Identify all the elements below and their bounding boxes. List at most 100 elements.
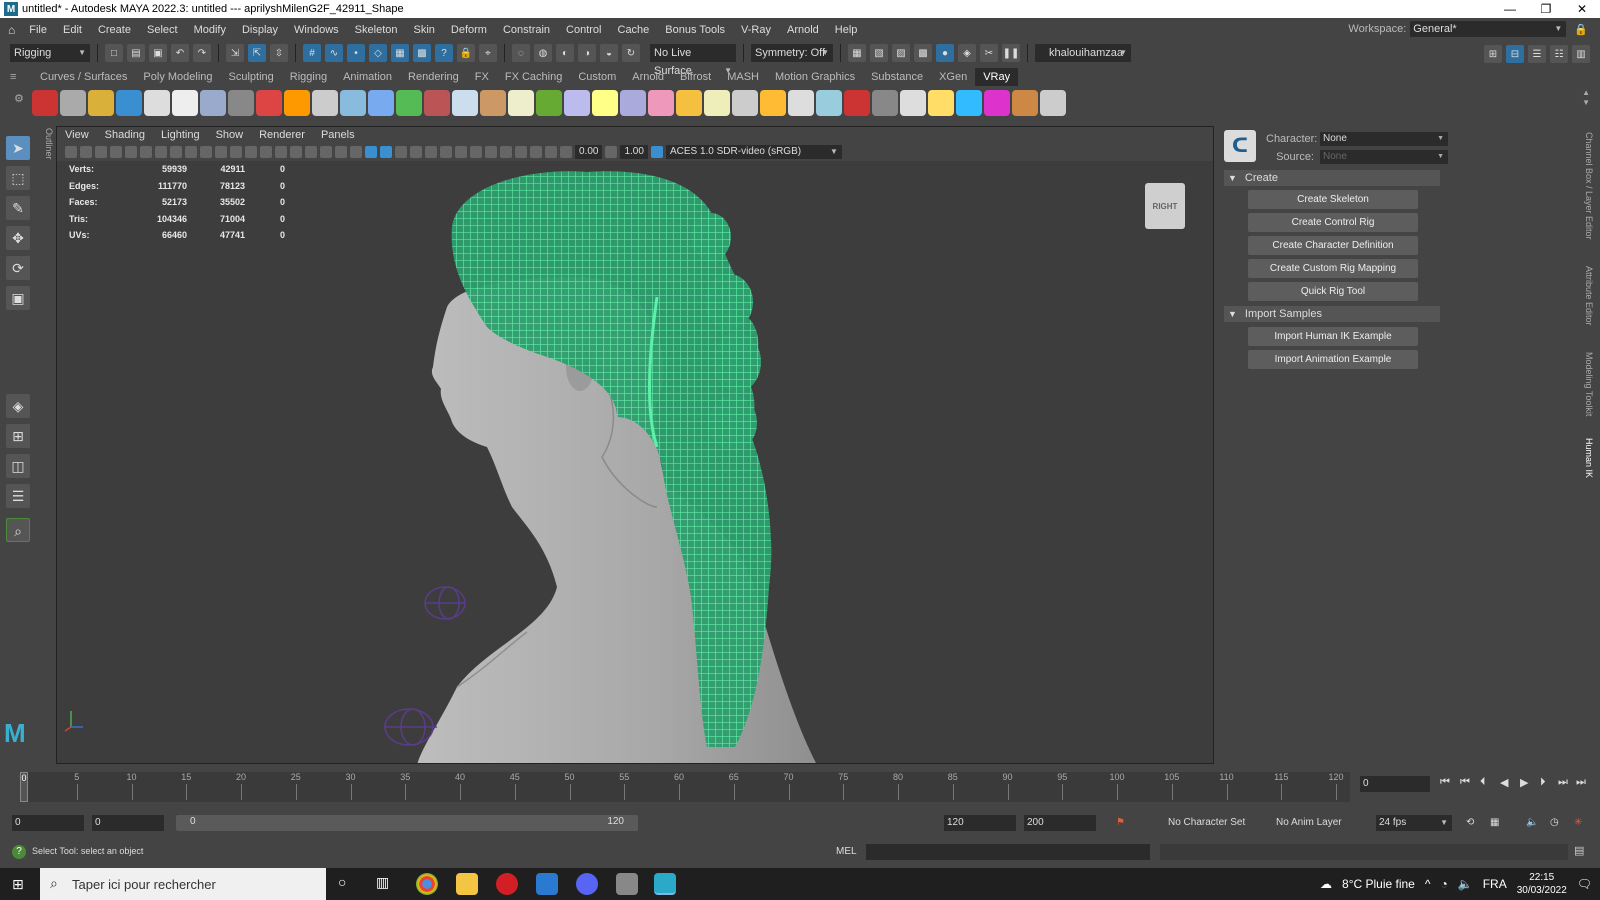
- two-layout-icon[interactable]: ◫: [6, 454, 30, 478]
- character-set-dropdown[interactable]: No Character Set: [1168, 815, 1245, 831]
- snap-view-icon[interactable]: ◇: [369, 44, 387, 62]
- shelf-tab-xgen[interactable]: XGen: [931, 68, 975, 86]
- shelf-tool-icon[interactable]: [480, 90, 506, 116]
- shelf-tab-animation[interactable]: Animation: [335, 68, 400, 86]
- gamma-field[interactable]: 1.00: [620, 145, 648, 159]
- photos-icon[interactable]: [536, 873, 558, 895]
- loop-icon[interactable]: ⟲: [1466, 815, 1474, 831]
- human-ik-tab[interactable]: Human IK: [1584, 438, 1594, 478]
- pause-icon[interactable]: ❚❚: [1002, 44, 1020, 62]
- step-back-frame-icon[interactable]: ⏴: [1480, 776, 1486, 789]
- viewport-tool-icon[interactable]: [560, 146, 572, 158]
- live-surface-field[interactable]: No Live Surface: [650, 44, 736, 80]
- shelf-tool-icon[interactable]: [396, 90, 422, 116]
- current-time-marker[interactable]: 0: [20, 772, 28, 802]
- shelf-tool-icon[interactable]: [564, 90, 590, 116]
- task-view-icon[interactable]: ▥: [376, 874, 389, 891]
- menu-arnold[interactable]: Arnold: [779, 24, 827, 36]
- viewport-tool-icon[interactable]: [275, 146, 287, 158]
- shelf-tab-fx-caching[interactable]: FX Caching: [497, 68, 570, 86]
- rotate-icon[interactable]: ↻: [622, 44, 640, 62]
- viewport-tool-icon[interactable]: [185, 146, 197, 158]
- shelf-tab-curves[interactable]: Curves / Surfaces: [32, 68, 135, 86]
- weather-icon[interactable]: ☁: [1320, 877, 1332, 891]
- exposure-field[interactable]: 0.00: [575, 145, 603, 159]
- menu-constrain[interactable]: Constrain: [495, 24, 558, 36]
- anim-layer-dropdown[interactable]: No Anim Layer: [1276, 815, 1342, 831]
- menu-display[interactable]: Display: [234, 24, 286, 36]
- source-dropdown[interactable]: None: [1320, 150, 1448, 164]
- shelf-tool-icon[interactable]: [844, 90, 870, 116]
- shelf-tool-icon[interactable]: [200, 90, 226, 116]
- workspace-dropdown[interactable]: General*: [1410, 21, 1567, 37]
- viewport-persp[interactable]: View Shading Lighting Show Renderer Pane…: [56, 126, 1214, 764]
- symmetry-dropdown[interactable]: Symmetry: Off: [751, 44, 833, 62]
- playback-start-field[interactable]: 0: [92, 815, 164, 831]
- search-icon[interactable]: ⌕: [6, 518, 30, 542]
- shelf-tab-mash[interactable]: MASH: [719, 68, 767, 86]
- shelf-tool-icon[interactable]: [648, 90, 674, 116]
- shelf-tab-rigging[interactable]: Rigging: [282, 68, 335, 86]
- shelf-tool-icon[interactable]: [788, 90, 814, 116]
- viewport-tool-icon[interactable]: [365, 146, 377, 158]
- shelf-tool-icon[interactable]: [620, 90, 646, 116]
- move-tool-icon[interactable]: ✥: [6, 226, 30, 250]
- shelf-tool-icon[interactable]: [32, 90, 58, 116]
- snap-grid-icon[interactable]: #: [303, 44, 321, 62]
- viewport-tool-icon[interactable]: [320, 146, 332, 158]
- vp-menu-show[interactable]: Show: [208, 129, 252, 141]
- play-forward-icon[interactable]: ▶: [1520, 776, 1528, 789]
- lasso-icon[interactable]: ◌: [512, 44, 530, 62]
- gamma-icon[interactable]: [605, 146, 618, 158]
- shelf-tab-substance[interactable]: Substance: [863, 68, 931, 86]
- import-samples-section-header[interactable]: ▼ Import Samples: [1224, 306, 1440, 322]
- shelf-tool-icon[interactable]: [256, 90, 282, 116]
- quick-rig-tool-button[interactable]: Quick Rig Tool: [1248, 282, 1418, 301]
- tray-chevron-icon[interactable]: ^: [1425, 877, 1431, 891]
- cortana-icon[interactable]: ○: [338, 874, 346, 890]
- viewport-tool-icon[interactable]: [80, 146, 92, 158]
- view-cube[interactable]: RIGHT: [1145, 183, 1185, 229]
- vp-menu-panels[interactable]: Panels: [313, 129, 363, 141]
- command-input[interactable]: [866, 844, 1150, 860]
- viewport-tool-icon[interactable]: [545, 146, 557, 158]
- discord-icon[interactable]: [576, 873, 598, 895]
- outliner-tab[interactable]: Outliner: [38, 128, 54, 228]
- select-component-icon[interactable]: ⇳: [270, 44, 288, 62]
- play-backward-icon[interactable]: ◀: [1500, 776, 1508, 789]
- shelf-tool-icon[interactable]: [340, 90, 366, 116]
- viewport-tool-icon[interactable]: [425, 146, 437, 158]
- shelf-tool-icon[interactable]: [704, 90, 730, 116]
- shelf-tab-poly[interactable]: Poly Modeling: [135, 68, 220, 86]
- viewport-tool-icon[interactable]: [500, 146, 512, 158]
- step-back-key-icon[interactable]: ⏮: [1460, 776, 1470, 789]
- shelf-tab-vray[interactable]: VRay: [975, 68, 1019, 86]
- select-hierarchy-icon[interactable]: ⇲: [226, 44, 244, 62]
- attribute-editor-tab[interactable]: Attribute Editor: [1584, 266, 1594, 326]
- viewport-tool-icon[interactable]: [95, 146, 107, 158]
- paint-tool-icon[interactable]: ✎: [6, 196, 30, 220]
- step-forward-key-icon[interactable]: ⏭: [1558, 776, 1568, 789]
- magnet-icon[interactable]: ◐: [556, 44, 574, 62]
- shelf-tool-icon[interactable]: [732, 90, 758, 116]
- hik-logo-icon[interactable]: ᑕ: [1224, 130, 1256, 162]
- paint-select-icon[interactable]: ◍: [534, 44, 552, 62]
- color-management-icon[interactable]: [650, 146, 663, 158]
- file-explorer-icon[interactable]: [456, 873, 478, 895]
- shelf-tool-icon[interactable]: [956, 90, 982, 116]
- playback-settings-icon[interactable]: ▦: [1490, 815, 1499, 831]
- vray-render-icon[interactable]: ◈: [958, 44, 976, 62]
- scale-tool-icon[interactable]: ▣: [6, 286, 30, 310]
- current-frame-field[interactable]: 0: [1360, 776, 1430, 792]
- tool-settings-icon[interactable]: ☷: [1550, 45, 1568, 63]
- shelf-tool-icon[interactable]: [592, 90, 618, 116]
- outliner-layout-icon[interactable]: ☰: [6, 484, 30, 508]
- shelf-tool-icon[interactable]: [676, 90, 702, 116]
- viewport-tool-icon[interactable]: [410, 146, 422, 158]
- range-slider-bar[interactable]: 0 120: [176, 815, 638, 831]
- windows-start-icon[interactable]: ⊞: [12, 876, 28, 892]
- shelf-tool-icon[interactable]: [88, 90, 114, 116]
- select-object-icon[interactable]: ⇱: [248, 44, 266, 62]
- menu-cache[interactable]: Cache: [610, 24, 658, 36]
- shelf-tool-icon[interactable]: [144, 90, 170, 116]
